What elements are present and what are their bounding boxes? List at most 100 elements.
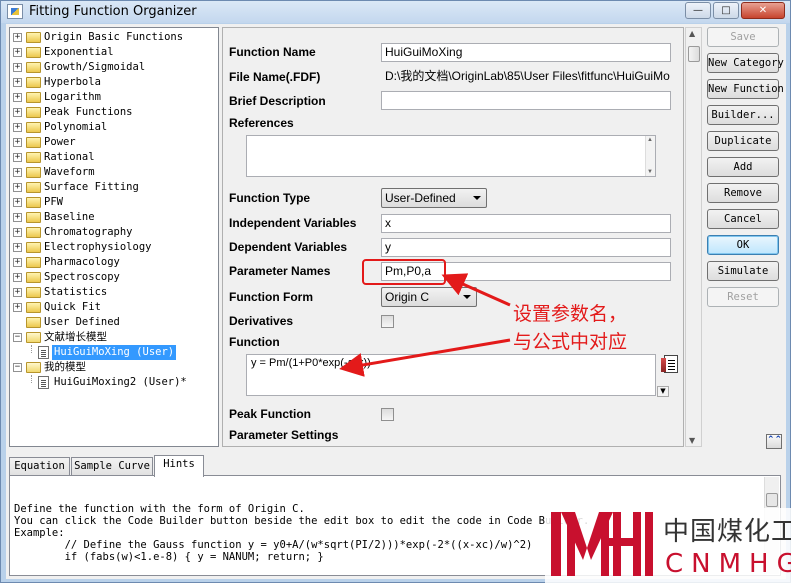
- expand-icon[interactable]: +: [13, 213, 22, 222]
- add-button[interactable]: Add: [707, 157, 779, 177]
- tab-sample-curve[interactable]: Sample Curve: [71, 457, 153, 476]
- expand-icon[interactable]: +: [13, 183, 22, 192]
- tree-item[interactable]: + Logarithm: [10, 90, 216, 105]
- tree-item[interactable]: + Chromatography: [10, 225, 216, 240]
- expand-icon[interactable]: +: [13, 138, 22, 147]
- tree-item[interactable]: HuiGuiMoxing2 (User)*: [10, 375, 216, 390]
- tree-item[interactable]: + Hyperbola: [10, 75, 216, 90]
- code-builder-icon[interactable]: [661, 355, 678, 373]
- tree-item-label: Origin Basic Functions: [44, 31, 184, 43]
- tree-item-label: Growth/Sigmoidal: [44, 61, 146, 73]
- duplicate-button[interactable]: Duplicate: [707, 131, 779, 151]
- function-type-select[interactable]: User-Defined: [381, 188, 487, 208]
- collapse-icon[interactable]: −: [13, 333, 22, 342]
- tree-item-label: HuiGuiMoXing (User): [52, 345, 177, 360]
- tab-equation[interactable]: Equation: [9, 457, 70, 476]
- close-button[interactable]: ✕: [741, 2, 785, 19]
- tree-item[interactable]: + Origin Basic Functions: [10, 30, 216, 45]
- folder-open-icon: [26, 362, 41, 373]
- tree-item[interactable]: + Exponential: [10, 45, 216, 60]
- remove-button[interactable]: Remove: [707, 183, 779, 203]
- ok-button[interactable]: OK: [707, 235, 779, 255]
- expand-icon[interactable]: +: [13, 153, 22, 162]
- function-form-label: Function Form: [229, 290, 313, 304]
- cancel-button[interactable]: Cancel: [707, 209, 779, 229]
- expand-icon[interactable]: +: [13, 273, 22, 282]
- tree-item[interactable]: HuiGuiMoXing (User): [10, 345, 216, 360]
- tree-item-label: Surface Fitting: [44, 181, 139, 193]
- expand-icon[interactable]: +: [13, 63, 22, 72]
- tree-item[interactable]: + Surface Fitting: [10, 180, 216, 195]
- dependent-variables-input[interactable]: y: [381, 238, 671, 257]
- tree-item[interactable]: + Waveform: [10, 165, 216, 180]
- scroll-down-icon[interactable]: ▼: [689, 436, 695, 445]
- expand-icon[interactable]: +: [13, 303, 22, 312]
- function-file-icon: [38, 376, 49, 389]
- folder-icon: [26, 47, 41, 58]
- maximize-button[interactable]: □: [713, 2, 739, 19]
- expand-icon[interactable]: +: [13, 243, 22, 252]
- tab-hints[interactable]: Hints: [154, 455, 204, 477]
- expand-icon[interactable]: +: [13, 93, 22, 102]
- peak-function-checkbox[interactable]: [381, 408, 394, 421]
- tree-item[interactable]: + Growth/Sigmoidal: [10, 60, 216, 75]
- tree-item[interactable]: + Polynomial: [10, 120, 216, 135]
- folder-icon: [26, 227, 41, 238]
- collapse-panel-button[interactable]: ⌃⌃: [766, 434, 782, 449]
- tree-item[interactable]: − 文献增长模型: [10, 330, 216, 345]
- expand-icon[interactable]: +: [13, 123, 22, 132]
- expand-icon[interactable]: +: [13, 258, 22, 267]
- tree-item[interactable]: + Peak Functions: [10, 105, 216, 120]
- tree-item[interactable]: + Pharmacology: [10, 255, 216, 270]
- independent-variables-label: Independent Variables: [229, 216, 357, 230]
- title-bar[interactable]: Fitting Function Organizer — □ ✕: [1, 1, 790, 23]
- function-name-input[interactable]: HuiGuiMoXing: [381, 43, 671, 62]
- tree-item-label: Polynomial: [44, 121, 108, 133]
- logo-chinese-text: 中国煤化工: [663, 517, 791, 547]
- tree-item[interactable]: + Spectroscopy: [10, 270, 216, 285]
- function-file-icon: [38, 346, 49, 359]
- expand-icon[interactable]: +: [13, 48, 22, 57]
- save-button[interactable]: Save: [707, 27, 779, 47]
- collapse-icon[interactable]: −: [13, 363, 22, 372]
- brief-description-input[interactable]: [381, 91, 671, 110]
- expand-icon[interactable]: +: [13, 33, 22, 42]
- references-textarea[interactable]: [246, 135, 656, 177]
- scroll-up-icon[interactable]: ▲: [689, 29, 695, 38]
- new-category-button[interactable]: New Category: [707, 53, 784, 73]
- tree-item-label: Power: [44, 136, 76, 148]
- tree-item-label: 文献增长模型: [44, 331, 107, 343]
- tree-item[interactable]: + PFW: [10, 195, 216, 210]
- tree-item[interactable]: + Quick Fit: [10, 300, 216, 315]
- new-function-button[interactable]: New Function: [707, 79, 784, 99]
- tree-item[interactable]: + Electrophysiology: [10, 240, 216, 255]
- expand-icon[interactable]: +: [13, 288, 22, 297]
- tree-item[interactable]: User Defined: [10, 315, 216, 330]
- details-scrollbar[interactable]: ▲ ▼: [685, 27, 702, 447]
- expand-icon[interactable]: +: [13, 78, 22, 87]
- function-category-tree[interactable]: + Origin Basic Functions + Exponential + Grow…: [9, 27, 219, 447]
- reset-button[interactable]: Reset: [707, 287, 779, 307]
- tree-item-label: Hyperbola: [44, 76, 101, 88]
- file-name-label: File Name(.FDF): [229, 70, 321, 84]
- function-dropdown-arrow-icon[interactable]: ▼: [657, 386, 669, 397]
- expand-icon[interactable]: +: [13, 168, 22, 177]
- builder-button[interactable]: Builder...: [707, 105, 779, 125]
- expand-icon[interactable]: +: [13, 108, 22, 117]
- independent-variables-input[interactable]: x: [381, 214, 671, 233]
- tree-item[interactable]: + Statistics: [10, 285, 216, 300]
- expand-icon[interactable]: +: [13, 198, 22, 207]
- scrollbar-thumb[interactable]: [688, 46, 700, 62]
- references-scrollbar[interactable]: [645, 136, 655, 176]
- function-body-textarea[interactable]: y = Pm/(1+P0*exp(-a*x)): [246, 354, 656, 396]
- expand-icon[interactable]: +: [13, 228, 22, 237]
- tree-item[interactable]: + Rational: [10, 150, 216, 165]
- scrollbar-thumb[interactable]: [766, 493, 778, 507]
- minimize-button[interactable]: —: [685, 2, 711, 19]
- simulate-button[interactable]: Simulate: [707, 261, 779, 281]
- tree-item[interactable]: + Baseline: [10, 210, 216, 225]
- tree-item[interactable]: + Power: [10, 135, 216, 150]
- derivatives-checkbox[interactable]: [381, 315, 394, 328]
- tree-item[interactable]: − 我的模型: [10, 360, 216, 375]
- function-form-select[interactable]: Origin C: [381, 287, 477, 307]
